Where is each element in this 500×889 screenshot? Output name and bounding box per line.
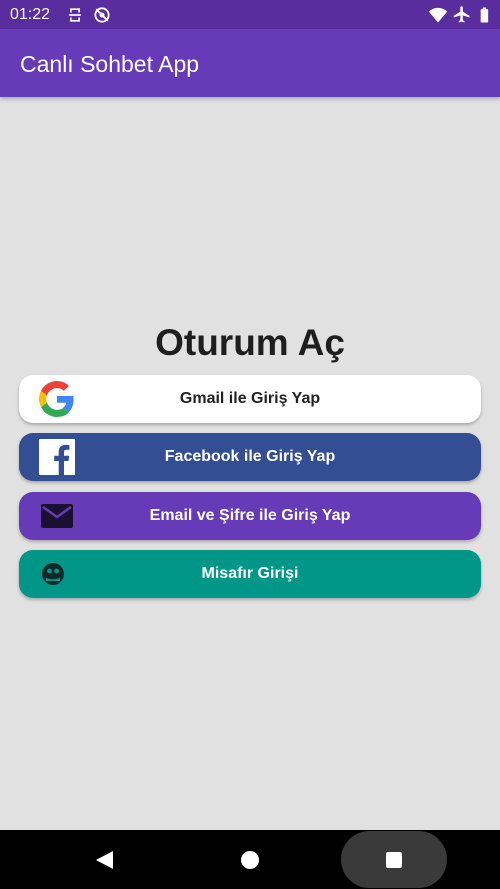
email-login-button[interactable]: Email ve Şifre ile Giriş Yap [19, 492, 481, 540]
status-time: 01:22 [10, 6, 51, 23]
guest-login-label: Misafır Girişi [201, 565, 299, 582]
email-login-label: Email ve Şifre ile Giriş Yap [149, 507, 351, 524]
battery-icon [480, 7, 489, 23]
wifi-icon [428, 7, 448, 23]
gmail-login-button[interactable]: Gmail ile Giriş Yap [19, 375, 481, 423]
gmail-login-label: Gmail ile Giriş Yap [179, 390, 321, 407]
recents-button[interactable] [341, 831, 447, 888]
app-title: Canlı Sohbet App [20, 51, 200, 77]
home-icon[interactable] [240, 850, 260, 870]
back-icon[interactable] [93, 849, 115, 871]
facebook-login-label: Facebook ile Giriş Yap [164, 448, 336, 465]
login-screen: Oturum Aç Gmail ile Giriş Yap Facebook i… [0, 97, 500, 830]
location-off-icon [94, 7, 110, 23]
app-bar: Canlı Sohbet App [0, 29, 500, 97]
sync-icon [69, 8, 81, 22]
recents-icon [386, 852, 402, 868]
facebook-login-button[interactable]: Facebook ile Giriş Yap [19, 433, 481, 481]
navigation-bar [0, 830, 500, 889]
airplane-icon [453, 6, 470, 23]
guest-login-button[interactable]: Misafır Girişi [19, 550, 481, 598]
status-bar: 01:22 [0, 0, 500, 29]
login-heading: Oturum Aç [155, 322, 345, 363]
